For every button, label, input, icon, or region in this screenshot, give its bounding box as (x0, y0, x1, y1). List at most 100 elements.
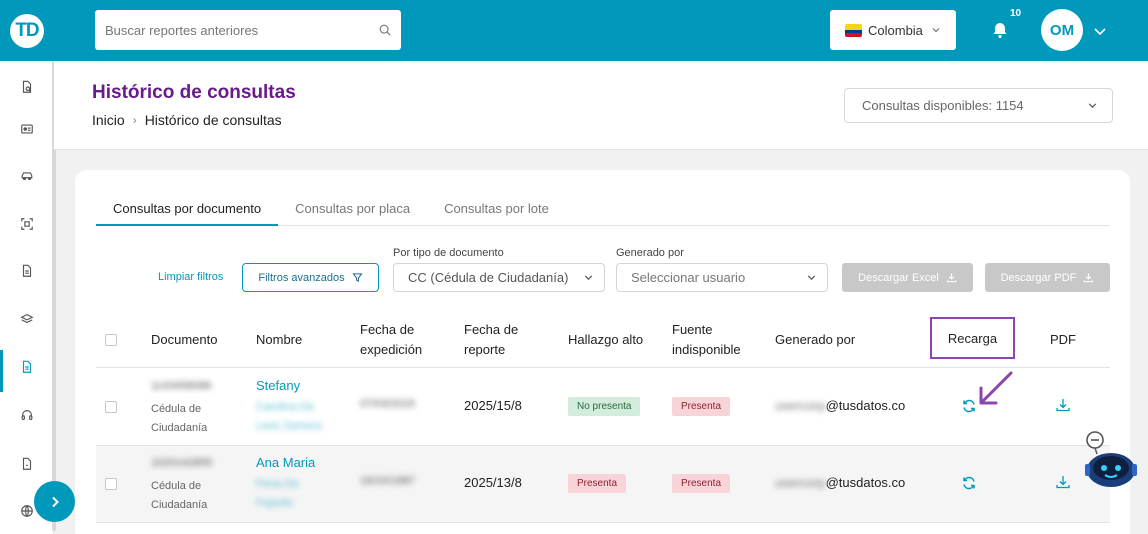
report-date: 2025/13/8 (464, 475, 522, 490)
column-header-text: reporte (464, 342, 506, 357)
generated-by-placeholder: Seleccionar usuario (631, 270, 746, 285)
document-type: Cédula de Ciudadanía (151, 480, 208, 511)
breadcrumb-home[interactable]: Inicio (92, 112, 125, 128)
avatar[interactable]: OM (1041, 9, 1083, 51)
status-badge: Presenta (672, 474, 731, 493)
generated-by-user: usercorp (775, 475, 826, 490)
breadcrumb: Inicio › Histórico de consultas (92, 112, 282, 128)
download-pdf-icon[interactable] (1055, 397, 1071, 413)
generated-by: usercorp@tusdatos.co (775, 475, 905, 490)
search-input[interactable] (95, 10, 401, 50)
search-icon[interactable] (378, 23, 392, 37)
column-header-fecha-expedicion: Fecha de expedición (360, 320, 422, 360)
app-logo[interactable]: TD (0, 0, 54, 61)
column-header-generado: Generado por (775, 332, 856, 347)
column-header-pdf: PDF (1050, 332, 1076, 347)
generated-by-user: usercorp (775, 398, 826, 413)
status-badge: No presenta (568, 397, 641, 416)
table-row: 1020142855 Cédula de Ciudadanía Ana Mari… (96, 446, 1110, 523)
filter-icon (351, 273, 363, 282)
page-title: Histórico de consultas (92, 82, 296, 103)
file-icon (22, 457, 32, 470)
annotation-arrow-icon (979, 371, 1013, 405)
column-header-recarga: Recarga (930, 317, 1015, 359)
sidebar-item-support[interactable] (0, 396, 54, 434)
search-box (95, 10, 401, 50)
download-pdf-button[interactable]: Descargar PDF (985, 263, 1110, 292)
bell-icon[interactable] (991, 21, 1009, 39)
car-icon (21, 172, 33, 181)
doc-type-select[interactable]: CC (Cédula de Ciudadanía) (393, 263, 605, 292)
report-date: 2025/15/8 (464, 398, 522, 413)
chevron-down-icon (932, 28, 940, 33)
expand-sidebar-button[interactable] (34, 481, 75, 522)
sidebar-item-file[interactable] (0, 445, 54, 483)
history-card: Consultas por documento Consultas por pl… (75, 170, 1130, 534)
person-name-link[interactable]: Stefany (256, 378, 300, 393)
generated-by-domain: @tusdatos.co (825, 475, 906, 490)
document-number: 1143458086 (151, 380, 212, 392)
row-checkbox[interactable] (105, 478, 117, 490)
doc-type-value: CC (Cédula de Ciudadanía) (408, 270, 569, 285)
country-label: Colombia (868, 22, 923, 38)
chevron-right-icon (51, 496, 59, 507)
layers-icon (20, 313, 34, 324)
sidebar-item-scan[interactable] (0, 205, 54, 243)
logo-mark: TD (10, 13, 44, 48)
download-excel-label: Descargar Excel (858, 271, 939, 284)
column-header-text: Fuente (672, 322, 713, 337)
column-header-fuente: Fuente indisponible (672, 320, 741, 360)
document-search-icon (22, 80, 32, 93)
select-all-checkbox[interactable] (105, 334, 117, 346)
sidebar-item-document-search[interactable] (0, 68, 54, 106)
column-header-text: expedición (360, 342, 423, 357)
chevron-down-icon (1088, 103, 1097, 109)
generated-by: usercorp@tusdatos.co (775, 398, 905, 413)
tab-bar: Consultas por documento Consultas por pl… (96, 193, 1110, 226)
document-type: Cédula de Ciudadanía (151, 403, 208, 434)
download-excel-button[interactable]: Descargar Excel (842, 263, 973, 292)
person-surname[interactable]: Pena De Fajardo (256, 475, 336, 513)
credits-label: Consultas disponibles: 1154 (862, 98, 1024, 113)
person-surname[interactable]: Carolina De Leon Zamora (256, 398, 336, 436)
clear-filters-link[interactable]: Limpiar filtros (158, 271, 223, 283)
table-header: Documento Nombre Fecha de expedición Fec… (96, 315, 1110, 368)
tab-by-batch[interactable]: Consultas por lote (427, 193, 566, 226)
generated-by-select[interactable]: Seleccionar usuario (616, 263, 828, 292)
generated-by-domain: @tusdatos.co (825, 398, 906, 413)
row-checkbox[interactable] (105, 401, 117, 413)
column-header-documento: Documento (151, 332, 218, 347)
sidebar-item-layers[interactable] (0, 300, 54, 338)
breadcrumb-separator-icon: › (132, 113, 137, 127)
sidebar-item-vehicle[interactable] (0, 157, 54, 195)
colombia-flag-icon (845, 23, 862, 37)
status-badge: Presenta (672, 397, 731, 416)
report-icon (22, 360, 32, 373)
sidebar-item-id-card[interactable] (0, 110, 54, 148)
sidebar-item-reports[interactable] (0, 348, 54, 392)
document-icon (22, 264, 32, 277)
download-pdf-icon[interactable] (1055, 474, 1071, 490)
tab-by-plate[interactable]: Consultas por placa (278, 193, 427, 226)
chevron-down-icon (584, 275, 593, 281)
table-row: 1143458086 Cédula de Ciudadanía Stefany … (96, 369, 1110, 446)
download-pdf-label: Descargar PDF (1000, 271, 1077, 284)
advanced-filters-button[interactable]: Filtros avanzados (242, 263, 379, 292)
page-header: Histórico de consultas Inicio › Históric… (54, 61, 1148, 150)
credits-dropdown[interactable]: Consultas disponibles: 1154 (844, 88, 1113, 123)
document-number: 1020142855 (151, 457, 213, 469)
column-header-text: Fecha de (464, 322, 519, 337)
user-menu-chevron-icon[interactable] (1092, 23, 1108, 39)
sidebar-item-documents[interactable] (0, 252, 54, 290)
column-header-text: Fecha de (360, 322, 415, 337)
person-name-link[interactable]: Ana Maria (256, 455, 315, 470)
advanced-filters-label: Filtros avanzados (258, 271, 345, 284)
breadcrumb-current: Histórico de consultas (144, 112, 282, 128)
headset-icon (21, 410, 33, 420)
issue-date: 16/10/1987 (360, 475, 416, 487)
reload-icon[interactable] (961, 475, 977, 491)
tab-by-document[interactable]: Consultas por documento (96, 193, 279, 226)
country-selector[interactable]: Colombia (830, 10, 956, 50)
id-card-icon (21, 124, 33, 134)
chatbot-assistant-icon[interactable] (1083, 430, 1139, 490)
